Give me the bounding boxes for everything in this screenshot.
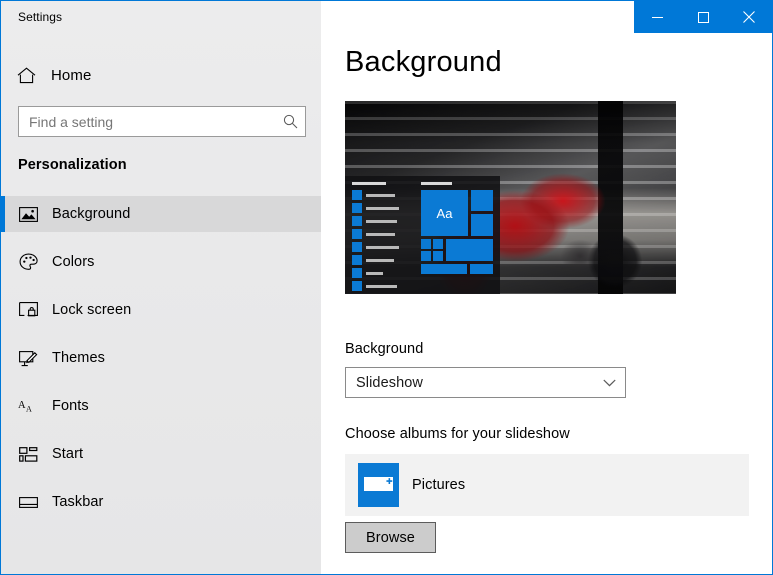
caption-button-group bbox=[634, 1, 772, 33]
start-menu-tile bbox=[421, 264, 467, 274]
window-title: Settings bbox=[18, 10, 62, 24]
start-menu-tiles: Aa bbox=[421, 190, 493, 288]
page-title: Background bbox=[345, 46, 502, 78]
browse-button[interactable]: Browse bbox=[345, 522, 436, 553]
font-icon: A A bbox=[17, 398, 39, 414]
start-menu-app-label bbox=[366, 272, 383, 275]
start-menu-tile bbox=[433, 239, 443, 249]
sidebar-item-fonts[interactable]: A A Fonts bbox=[1, 388, 321, 424]
start-menu-tile bbox=[446, 239, 493, 261]
sidebar-item-lock-screen[interactable]: Lock screen bbox=[1, 292, 321, 328]
album-name: Pictures bbox=[412, 477, 465, 493]
start-menu-app-label bbox=[366, 246, 399, 249]
list-item[interactable]: ✚ Pictures bbox=[358, 463, 465, 507]
start-menu-app-label bbox=[366, 207, 399, 210]
start-menu-tile bbox=[421, 239, 431, 249]
background-type-dropdown[interactable]: Slideshow bbox=[345, 367, 626, 398]
start-menu-tile bbox=[471, 190, 493, 211]
background-preview: Aa bbox=[345, 101, 676, 294]
home-label: Home bbox=[51, 67, 91, 84]
maximize-icon bbox=[698, 12, 709, 23]
start-menu-app-icon bbox=[352, 242, 362, 252]
sidebar-item-themes[interactable]: Themes bbox=[1, 340, 321, 376]
start-menu-app-icon bbox=[352, 255, 362, 265]
home-icon bbox=[17, 67, 39, 84]
start-menu-tile bbox=[470, 264, 493, 274]
albums-section-label: Choose albums for your slideshow bbox=[345, 426, 570, 442]
search-box[interactable] bbox=[18, 106, 306, 137]
start-tiles-icon bbox=[17, 447, 39, 462]
start-menu-app-icon bbox=[352, 268, 362, 278]
start-menu-app-label bbox=[366, 220, 397, 223]
start-menu-tile-header bbox=[421, 182, 452, 185]
sidebar-item-label: Fonts bbox=[52, 398, 89, 414]
brush-icon bbox=[17, 350, 39, 367]
album-list: ✚ Pictures bbox=[345, 454, 749, 516]
start-menu-app-icon bbox=[352, 281, 362, 291]
sidebar: Home Personalization bbox=[1, 1, 321, 574]
start-menu-app-rail bbox=[352, 190, 362, 294]
start-menu-tile bbox=[471, 214, 493, 236]
title-bar: Settings bbox=[1, 1, 772, 33]
start-menu-tile-aa: Aa bbox=[421, 190, 468, 236]
start-menu-tile bbox=[421, 251, 431, 261]
chevron-down-icon bbox=[599, 379, 619, 387]
start-menu-app-label bbox=[366, 194, 395, 197]
settings-window: Settings bbox=[0, 0, 773, 575]
sidebar-item-home[interactable]: Home bbox=[1, 57, 321, 93]
svg-text:A: A bbox=[26, 405, 32, 414]
sidebar-item-background[interactable]: Background bbox=[1, 196, 321, 232]
sidebar-item-label: Background bbox=[52, 206, 130, 222]
section-title: Personalization bbox=[18, 157, 127, 173]
picture-icon bbox=[17, 207, 39, 222]
start-menu-app-icon bbox=[352, 229, 362, 239]
start-menu-app-label bbox=[366, 259, 394, 262]
start-menu-app-icon bbox=[352, 190, 362, 200]
sidebar-item-start[interactable]: Start bbox=[1, 436, 321, 472]
sidebar-item-label: Taskbar bbox=[52, 494, 103, 510]
background-type-value: Slideshow bbox=[356, 375, 599, 391]
start-menu-app-icon bbox=[352, 216, 362, 226]
folder-plus-glyph: ✚ bbox=[386, 479, 392, 485]
sidebar-item-label: Colors bbox=[52, 254, 95, 270]
lock-screen-icon bbox=[17, 302, 39, 318]
sidebar-item-label: Lock screen bbox=[52, 302, 131, 318]
sidebar-item-colors[interactable]: Colors bbox=[1, 244, 321, 280]
start-menu-app-label bbox=[366, 233, 395, 236]
minimize-button[interactable] bbox=[634, 1, 680, 33]
background-field-label: Background bbox=[345, 341, 423, 357]
start-menu-app-icon bbox=[352, 203, 362, 213]
minimize-icon bbox=[652, 12, 663, 23]
taskbar-icon bbox=[17, 496, 39, 509]
start-menu-rail-header bbox=[352, 182, 386, 185]
svg-text:A: A bbox=[18, 400, 26, 411]
sidebar-item-label: Themes bbox=[52, 350, 105, 366]
maximize-button[interactable] bbox=[680, 1, 726, 33]
search-input[interactable] bbox=[19, 107, 275, 136]
palette-icon bbox=[17, 253, 39, 271]
tile-label: Aa bbox=[437, 206, 453, 221]
sidebar-item-label: Start bbox=[52, 446, 83, 462]
start-menu-preview: Aa bbox=[345, 176, 500, 294]
close-button[interactable] bbox=[726, 1, 772, 33]
sidebar-item-taskbar[interactable]: Taskbar bbox=[1, 484, 321, 520]
search-icon bbox=[283, 114, 298, 129]
sidebar-nav: Background Colors bbox=[1, 196, 321, 532]
search-button[interactable] bbox=[275, 107, 305, 136]
start-menu-app-label bbox=[366, 285, 397, 288]
start-menu-tile bbox=[433, 251, 443, 261]
close-icon bbox=[743, 11, 755, 23]
content-pane: Background bbox=[321, 1, 772, 574]
folder-picture-icon: ✚ bbox=[358, 463, 399, 507]
